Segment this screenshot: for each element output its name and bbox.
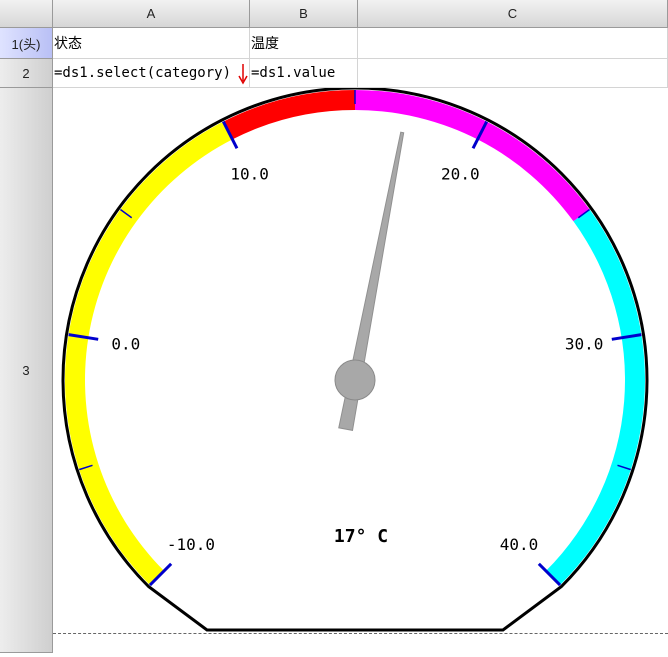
gauge-chart-cell[interactable]: -10.0 0.0 10.0 20.0 30.0 40.0 17° C xyxy=(53,86,668,653)
gauge-tick-label: 30.0 xyxy=(565,335,604,354)
cell-b1-text: 温度 xyxy=(251,36,279,52)
cell-a2[interactable]: =ds1.select(category) xyxy=(53,59,250,88)
expand-down-arrow-icon xyxy=(238,64,248,85)
select-all-corner[interactable] xyxy=(0,0,53,28)
cell-c1[interactable] xyxy=(358,28,668,59)
page-break-line xyxy=(53,633,668,634)
cell-a2-text: =ds1.select(category) xyxy=(54,65,232,81)
row-header-1[interactable]: 1(头) xyxy=(0,28,53,59)
cell-b2-text: =ds1.value xyxy=(251,65,336,81)
gauge-tick-label: 40.0 xyxy=(500,535,539,554)
column-header-b[interactable]: B xyxy=(250,0,358,28)
cell-c2[interactable] xyxy=(358,59,668,88)
row-header-2[interactable]: 2 xyxy=(0,59,53,88)
gauge-tick-label: 20.0 xyxy=(441,164,480,183)
cell-b2[interactable]: =ds1.value xyxy=(250,59,358,88)
row-header-3[interactable]: 3 xyxy=(0,88,53,653)
gauge-tick-label: 0.0 xyxy=(111,335,140,354)
gauge-value-label: 17° C xyxy=(334,526,388,547)
gauge-tick-label: 10.0 xyxy=(230,164,269,183)
column-header-a[interactable]: A xyxy=(53,0,250,28)
cell-a1[interactable]: 状态 xyxy=(53,28,250,59)
cell-b1[interactable]: 温度 xyxy=(250,28,358,59)
spreadsheet-grid: A B C 1(头) 2 3 状态 温度 =ds1.select(categor… xyxy=(0,0,668,653)
column-header-c[interactable]: C xyxy=(358,0,668,28)
gauge-needle-hub xyxy=(334,359,376,401)
cell-a1-text: 状态 xyxy=(54,36,82,52)
gauge-chart: -10.0 0.0 10.0 20.0 30.0 40.0 17° C xyxy=(61,86,649,632)
gauge-tick-label: -10.0 xyxy=(167,535,215,554)
